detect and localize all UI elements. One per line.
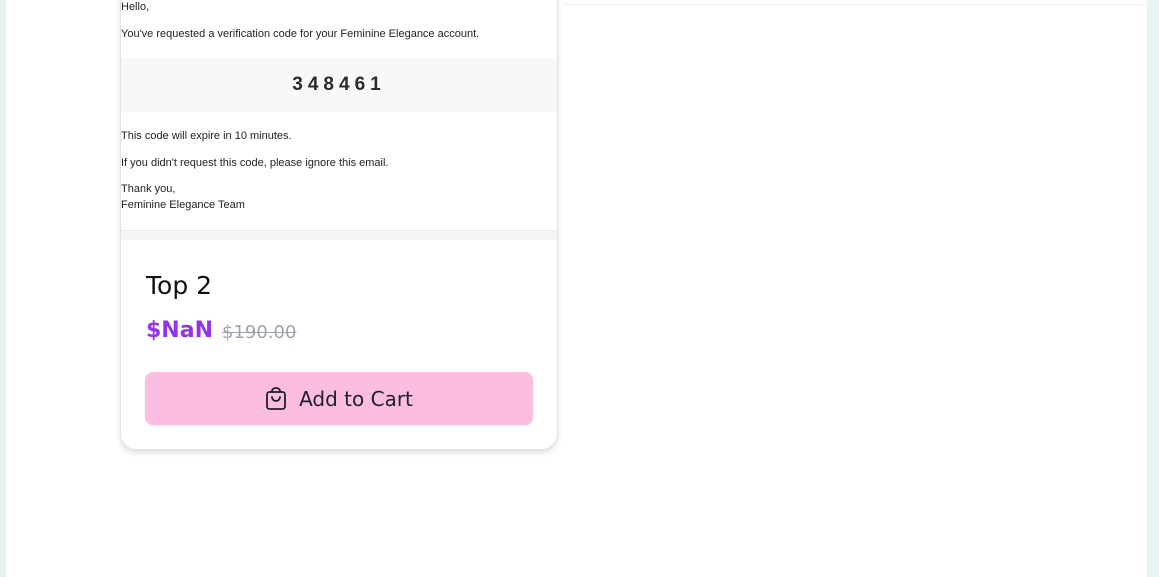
product-card: Hello, You've requested a verification c… — [120, 0, 558, 450]
email-team-name: Feminine Elegance Team — [121, 199, 245, 211]
product-title: Top 2 — [146, 271, 213, 300]
verification-code-box: 348461 — [121, 58, 557, 112]
product-image-email-preview: Hello, You've requested a verification c… — [121, 0, 557, 240]
email-greeting: Hello, — [121, 1, 150, 13]
add-to-cart-label: Add to Cart — [299, 386, 413, 411]
page-background: Hello, You've requested a verification c… — [6, 0, 1147, 577]
email-sign-off: Thank you, — [121, 183, 176, 195]
shopping-bag-icon — [265, 386, 287, 411]
email-ignore-note: If you didn't request this code, please … — [121, 157, 389, 169]
top-divider — [563, 4, 1147, 5]
verification-code: 348461 — [292, 74, 386, 95]
product-price: $NaN — [146, 318, 213, 343]
product-original-price: $190.00 — [222, 322, 297, 343]
scrollbar-track[interactable] — [1147, 0, 1159, 577]
email-divider — [121, 230, 557, 240]
add-to-cart-button[interactable]: Add to Cart — [145, 372, 533, 425]
email-intro: You've requested a verification code for… — [121, 28, 480, 40]
email-expiry-note: This code will expire in 10 minutes. — [121, 130, 292, 142]
